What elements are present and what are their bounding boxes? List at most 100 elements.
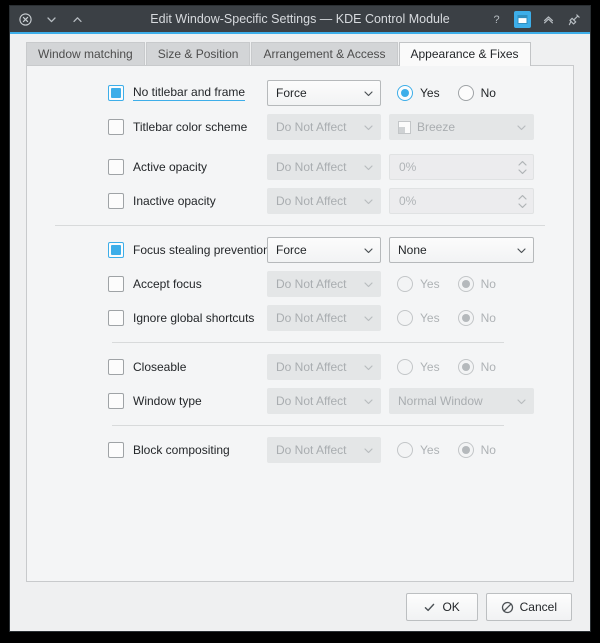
active-opacity-checkbox[interactable]: [108, 159, 124, 175]
block-compositing-label: Block compositing: [133, 443, 230, 457]
spinner-arrows-icon[interactable]: [517, 160, 528, 175]
no-titlebar-radio-no[interactable]: No: [457, 85, 496, 101]
active-opacity-spinbox[interactable]: 0%: [389, 154, 534, 180]
row-ignore-global-shortcuts: Ignore global shortcuts Do Not Affect Ye…: [41, 305, 559, 331]
radio-dot-icon: [397, 276, 413, 292]
row-focus-stealing-prevention: Focus stealing prevention Force None: [41, 237, 559, 263]
titlebar-color-checkbox[interactable]: [108, 119, 124, 135]
block-compositing-radio-no[interactable]: No: [457, 442, 496, 458]
radio-dot-icon: [457, 276, 474, 292]
closeable-radio-group: Yes No: [397, 359, 496, 375]
chevron-down-icon[interactable]: [43, 11, 60, 28]
block-compositing-radio-no-label: No: [480, 443, 496, 457]
focus-stealing-affect-combo[interactable]: Force: [267, 237, 381, 263]
ignore-shortcuts-radio-yes[interactable]: Yes: [397, 310, 440, 326]
block-compositing-radio-yes-label: Yes: [420, 443, 440, 457]
chevron-down-icon: [516, 396, 527, 407]
row-inactive-opacity: Inactive opacity Do Not Affect 0%: [41, 188, 559, 214]
ignore-shortcuts-affect-combo[interactable]: Do Not Affect: [267, 305, 381, 331]
focus-stealing-affect-value: Force: [276, 243, 307, 257]
closeable-checkbox-cell: Closeable: [41, 359, 267, 375]
active-opacity-affect-combo[interactable]: Do Not Affect: [267, 154, 381, 180]
accept-focus-radio-group: Yes No: [397, 276, 496, 292]
no-titlebar-label: No titlebar and frame: [133, 85, 246, 101]
titlebar-left-buttons: [17, 11, 86, 28]
cancel-button[interactable]: Cancel: [485, 593, 572, 621]
chevron-down-icon: [363, 245, 374, 256]
closeable-radio-yes[interactable]: Yes: [397, 359, 440, 375]
inactive-opacity-checkbox[interactable]: [108, 193, 124, 209]
tab-size-position[interactable]: Size & Position: [145, 42, 251, 66]
pin-icon[interactable]: [566, 11, 583, 28]
focus-stealing-level-combo[interactable]: None: [389, 237, 534, 263]
ok-button[interactable]: OK: [405, 593, 478, 621]
closeable-radio-no[interactable]: No: [457, 359, 496, 375]
radio-dot-icon: [457, 442, 474, 458]
no-titlebar-affect-value: Force: [276, 86, 307, 100]
keep-below-icon[interactable]: [514, 10, 531, 28]
accept-focus-radio-yes[interactable]: Yes: [397, 276, 440, 292]
no-titlebar-radio-yes[interactable]: Yes: [397, 85, 440, 101]
no-titlebar-checkbox-cell: No titlebar and frame: [41, 85, 267, 101]
accept-focus-affect-value: Do Not Affect: [276, 277, 347, 291]
no-titlebar-radio-no-label: No: [480, 86, 496, 100]
section-separator-3: [112, 425, 504, 426]
color-scheme-swatch-icon: [398, 120, 411, 134]
row-active-opacity: Active opacity Do Not Affect 0%: [41, 154, 559, 180]
titlebar-color-scheme-value: Breeze: [417, 120, 456, 134]
radio-dot-icon: [397, 359, 413, 375]
closeable-radio-no-label: No: [480, 360, 496, 374]
active-opacity-affect-value: Do Not Affect: [276, 160, 347, 174]
block-compositing-checkbox[interactable]: [108, 442, 124, 458]
closeable-affect-combo[interactable]: Do Not Affect: [267, 354, 381, 380]
no-titlebar-radio-yes-label: Yes: [420, 86, 440, 100]
titlebar-color-affect-combo[interactable]: Do Not Affect: [267, 114, 381, 140]
close-icon[interactable]: [17, 11, 34, 28]
no-titlebar-radio-group: Yes No: [397, 85, 496, 101]
tab-appearance-fixes[interactable]: Appearance & Fixes: [398, 42, 531, 66]
focus-stealing-checkbox[interactable]: [108, 242, 124, 258]
closeable-affect-value: Do Not Affect: [276, 360, 347, 374]
block-compositing-radio-yes[interactable]: Yes: [397, 442, 440, 458]
accept-focus-radio-no[interactable]: No: [457, 276, 496, 292]
window-type-affect-combo[interactable]: Do Not Affect: [267, 388, 381, 414]
row-accept-focus: Accept focus Do Not Affect Yes No: [41, 271, 559, 297]
window-type-checkbox[interactable]: [108, 393, 124, 409]
no-titlebar-checkbox[interactable]: [108, 85, 124, 101]
accept-focus-radio-yes-label: Yes: [420, 277, 440, 291]
tab-arrangement-access[interactable]: Arrangement & Access: [251, 42, 398, 66]
section-separator-2: [112, 342, 504, 343]
help-icon[interactable]: ?: [488, 11, 505, 28]
block-compositing-radio-group: Yes No: [397, 442, 496, 458]
block-compositing-affect-combo[interactable]: Do Not Affect: [267, 437, 381, 463]
chevron-down-icon: [516, 122, 527, 133]
spinner-arrows-icon[interactable]: [517, 194, 528, 209]
chevron-up-icon[interactable]: [69, 11, 86, 28]
inactive-opacity-affect-combo[interactable]: Do Not Affect: [267, 188, 381, 214]
inactive-opacity-value: 0%: [399, 194, 417, 208]
inactive-opacity-spinbox[interactable]: 0%: [389, 188, 534, 214]
chevron-down-icon: [363, 362, 374, 373]
row-closeable: Closeable Do Not Affect Yes No: [41, 354, 559, 380]
titlebar-color-scheme-combo[interactable]: Breeze: [389, 114, 534, 140]
titlebar: Edit Window-Specific Settings — KDE Cont…: [10, 6, 590, 34]
radio-dot-icon: [457, 310, 474, 326]
radio-dot-icon: [457, 359, 474, 375]
active-opacity-checkbox-cell: Active opacity: [41, 159, 267, 175]
ignore-shortcuts-affect-value: Do Not Affect: [276, 311, 347, 325]
shade-icon[interactable]: [540, 11, 557, 28]
chevron-down-icon: [363, 445, 374, 456]
section-separator-1: [55, 225, 545, 226]
closeable-checkbox[interactable]: [108, 359, 124, 375]
dialog-button-bar: OK Cancel: [10, 583, 590, 631]
ignore-shortcuts-checkbox[interactable]: [108, 310, 124, 326]
no-titlebar-affect-combo[interactable]: Force: [267, 80, 381, 106]
row-block-compositing: Block compositing Do Not Affect Yes No: [41, 437, 559, 463]
window-type-value-combo[interactable]: Normal Window: [389, 388, 534, 414]
accept-focus-checkbox[interactable]: [108, 276, 124, 292]
accept-focus-affect-combo[interactable]: Do Not Affect: [267, 271, 381, 297]
inactive-opacity-label: Inactive opacity: [133, 194, 216, 208]
ignore-shortcuts-radio-no-label: No: [480, 311, 496, 325]
tab-window-matching[interactable]: Window matching: [26, 42, 145, 66]
ignore-shortcuts-radio-no[interactable]: No: [457, 310, 496, 326]
